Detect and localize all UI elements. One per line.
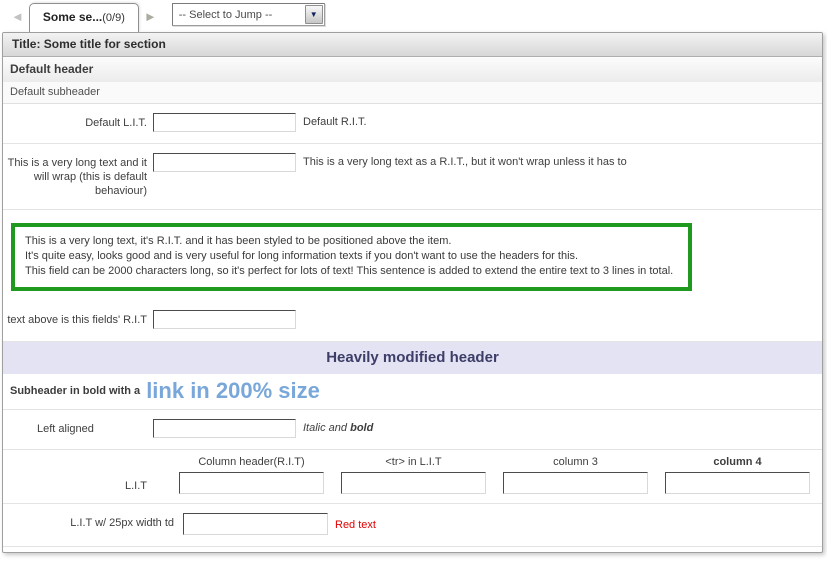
- section-title: Title: Some title for section: [3, 33, 822, 57]
- next-section-arrow-icon[interactable]: ►: [139, 10, 162, 23]
- row-text-above: This is a very long text, it's R.I.T. an…: [3, 210, 822, 342]
- row-default: Default L.I.T. Default R.I.T.: [3, 104, 822, 144]
- tab-bar: ◄ Some se...(0/9) ► -- Select to Jump --…: [0, 0, 827, 32]
- tab-label: Some se...: [43, 10, 102, 24]
- table-lit-label: L.I.T: [3, 456, 151, 494]
- red-rit-text: Red text: [328, 513, 376, 531]
- jump-select[interactable]: -- Select to Jump -- ▼: [172, 3, 325, 26]
- default-subheader: Default subheader: [3, 82, 822, 104]
- modified-subheader: Subheader in bold with a link in 200% si…: [3, 374, 822, 410]
- table-columns: Column header(R.I.T) <tr> in L.I.T colum…: [179, 456, 810, 494]
- column-header-2: <tr> in L.I.T: [385, 456, 441, 472]
- width25-input[interactable]: [183, 513, 328, 535]
- table-column-1: Column header(R.I.T): [179, 456, 324, 494]
- wrap-lit-label: This is a very long text and it will wra…: [3, 153, 151, 198]
- wrap-input[interactable]: [153, 153, 296, 172]
- italic-bold-rit-text: Italic and bold: [296, 419, 373, 434]
- table-input-2[interactable]: [341, 472, 486, 494]
- default-rit-text: Default R.I.T.: [296, 113, 367, 128]
- row-left-aligned: Left aligned Italic and bold: [3, 410, 822, 450]
- table-column-2: <tr> in L.I.T: [341, 456, 486, 494]
- table-column-3: column 3: [503, 456, 648, 494]
- dropdown-arrow-icon[interactable]: ▼: [305, 5, 323, 24]
- column-header-1: Column header(R.I.T): [198, 456, 304, 472]
- info-line-1: This is a very long text, it's R.I.T. an…: [25, 234, 678, 249]
- above-lit-label: text above is this fields' R.I.T: [3, 310, 151, 327]
- info-line-2: It's quite easy, looks good and is very …: [25, 249, 678, 264]
- wrap-rit-text: This is a very long text as a R.I.T., bu…: [296, 153, 627, 168]
- subheader-link[interactable]: link in 200% size: [146, 378, 320, 404]
- italic-text: Italic and: [303, 422, 350, 434]
- jump-select-value: -- Select to Jump --: [173, 9, 273, 21]
- default-header: Default header: [3, 57, 822, 82]
- row-wrap: This is a very long text and it will wra…: [3, 144, 822, 210]
- table-input-4[interactable]: [665, 472, 810, 494]
- prev-section-arrow-icon[interactable]: ◄: [6, 10, 29, 23]
- table-input-3[interactable]: [503, 472, 648, 494]
- section-panel: Title: Some title for section Default he…: [2, 32, 823, 553]
- modified-header: Heavily modified header: [3, 342, 822, 374]
- table-column-4: column 4: [665, 456, 810, 494]
- left-aligned-input[interactable]: [153, 419, 296, 438]
- default-input[interactable]: [153, 113, 296, 132]
- bold-text: bold: [350, 422, 373, 434]
- default-lit-label: Default L.I.T.: [3, 113, 151, 130]
- info-line-3: This field can be 2000 characters long, …: [25, 264, 678, 279]
- column-header-3: column 3: [553, 456, 598, 472]
- tab-count: (0/9): [102, 12, 125, 24]
- info-box: This is a very long text, it's R.I.T. an…: [11, 223, 692, 291]
- above-input[interactable]: [153, 310, 296, 329]
- column-header-4: column 4: [713, 456, 761, 472]
- tab-some-section[interactable]: Some se...(0/9): [29, 3, 139, 32]
- width25-lit-label: L.I.T w/ 25px width td: [3, 513, 178, 530]
- row-table: L.I.T Column header(R.I.T) <tr> in L.I.T…: [3, 450, 822, 504]
- modified-subheader-text: Subheader in bold with a: [10, 385, 140, 397]
- table-input-1[interactable]: [179, 472, 324, 494]
- row-width25: L.I.T w/ 25px width td Red text: [3, 504, 822, 547]
- left-aligned-label: Left aligned: [3, 419, 151, 436]
